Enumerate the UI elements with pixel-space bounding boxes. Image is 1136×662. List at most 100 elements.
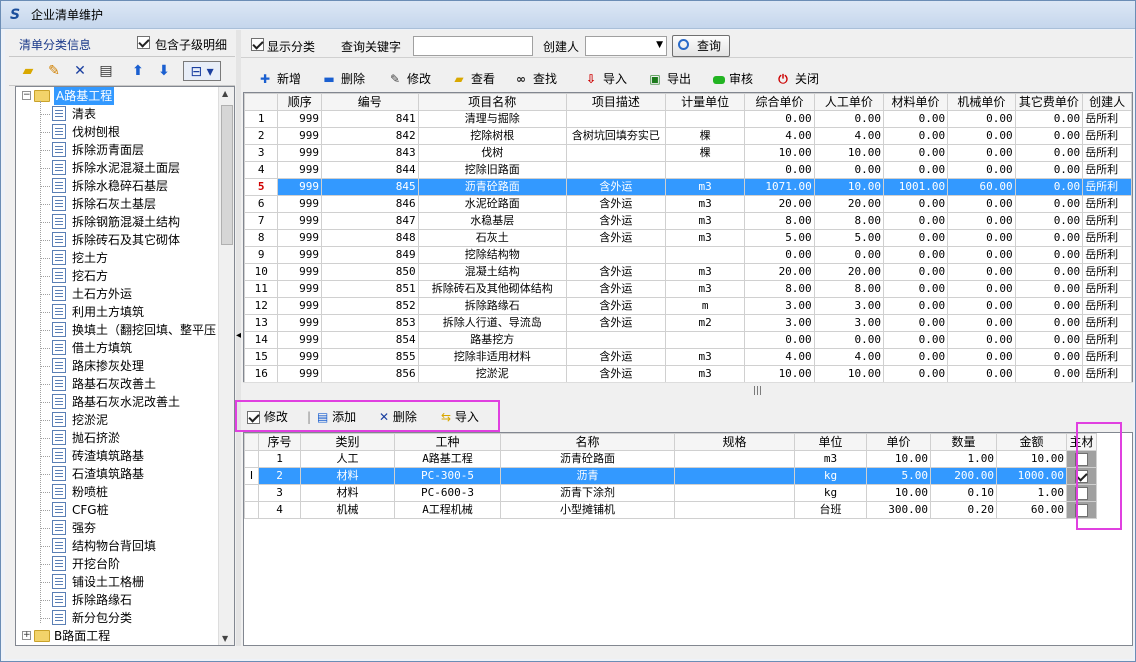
table-cell[interactable]: 0.00: [947, 348, 1016, 366]
table-cell[interactable]: 沥青砼路面: [417, 178, 567, 196]
table-cell[interactable]: 0.00: [947, 110, 1016, 128]
column-header[interactable]: 项目名称: [417, 93, 567, 111]
table-cell[interactable]: 10.00: [813, 365, 884, 383]
table-row[interactable]: 11 999 851 拆除砖石及其他砌体结构 含外运 m3 8.00 8.00 0.00 0.00…: [244, 280, 1132, 298]
table-row[interactable]: 9 999 849 挖除结构物 0.00 0.00 0.00 0.00 0.00 岳所利: [244, 246, 1132, 264]
table-cell[interactable]: 2: [258, 467, 301, 485]
tree-item[interactable]: 路基石灰改善土: [16, 375, 216, 393]
table-cell[interactable]: m3: [664, 280, 746, 298]
table-cell[interactable]: 0.00: [813, 110, 884, 128]
table-cell[interactable]: 10.00: [744, 144, 815, 162]
table-cell[interactable]: 999: [277, 127, 322, 145]
table-cell[interactable]: 0.00: [882, 263, 949, 281]
table-cell[interactable]: 0.00: [882, 144, 949, 162]
table-cell[interactable]: [565, 110, 666, 128]
tree-item[interactable]: 拆除钢筋混凝土结构: [16, 213, 216, 231]
table-cell[interactable]: 10.00: [813, 178, 884, 196]
table-cell[interactable]: 999: [277, 161, 322, 179]
tree-item[interactable]: 路基石灰水泥改善土: [16, 393, 216, 411]
table-cell[interactable]: 10.00: [813, 144, 884, 162]
table-cell[interactable]: m3: [664, 195, 746, 213]
add-button[interactable]: ✚ 新增: [257, 68, 301, 90]
table-cell[interactable]: 4: [244, 161, 279, 179]
table-cell[interactable]: 0.00: [882, 297, 949, 315]
table-cell[interactable]: 材料: [300, 484, 395, 502]
tree-item[interactable]: 开挖台阶: [16, 555, 216, 573]
table-cell[interactable]: 0.00: [813, 161, 884, 179]
table-cell[interactable]: m3: [664, 365, 746, 383]
table-cell[interactable]: 844: [320, 161, 419, 179]
column-header[interactable]: 编号: [320, 93, 419, 111]
table-row[interactable]: 10 999 850 混凝土结构 含外运 m3 20.00 20.00 0.00 0.00 0.00…: [244, 263, 1132, 281]
bill-items-grid[interactable]: 顺序 编号 项目名称 项目描述 计量单位 综合单价 人工单价 材料单价 机械单价 其它费单价 创建人…: [243, 92, 1133, 396]
table-cell[interactable]: 999: [277, 195, 322, 213]
tree-item[interactable]: 铺设土工格栅: [16, 573, 216, 591]
table-cell[interactable]: 5.00: [744, 229, 815, 247]
column-header[interactable]: 其它费单价: [1014, 93, 1084, 111]
table-row[interactable]: 1 999 841 清理与掘除 0.00 0.00 0.00 0.00 0.00 岳所利: [244, 110, 1132, 128]
tree-item[interactable]: 挖淤泥: [16, 411, 216, 429]
delete-button[interactable]: ▬ 删除: [321, 68, 365, 90]
table-cell[interactable]: 0.00: [882, 127, 949, 145]
table-cell[interactable]: 0.00: [1014, 229, 1084, 247]
table-cell[interactable]: 999: [277, 246, 322, 264]
table-cell[interactable]: 岳所利: [1082, 229, 1132, 247]
table-cell[interactable]: 含外运: [565, 348, 666, 366]
table-cell[interactable]: A路基工程: [394, 450, 501, 468]
table-cell[interactable]: 岳所利: [1082, 263, 1132, 281]
table-cell[interactable]: PC-600-3: [394, 484, 501, 502]
table-cell[interactable]: 岳所利: [1082, 348, 1132, 366]
move-down-icon[interactable]: ⬇: [153, 61, 175, 81]
table-cell[interactable]: 15: [244, 348, 279, 366]
table-cell[interactable]: 清理与掘除: [417, 110, 567, 128]
table-row[interactable]: 1 人工 A路基工程 沥青砼路面 m3 10.00 1.00 10.00: [244, 450, 1097, 468]
table-cell[interactable]: 岳所利: [1082, 195, 1132, 213]
table-cell[interactable]: [565, 246, 666, 264]
import-detail-button[interactable]: ⇆ 导入: [441, 408, 479, 426]
table-cell[interactable]: 0.00: [882, 161, 949, 179]
table-cell[interactable]: 1.00: [930, 450, 997, 468]
table-cell[interactable]: 水稳基层: [417, 212, 567, 230]
table-cell[interactable]: 3.00: [813, 297, 884, 315]
table-cell[interactable]: 843: [320, 144, 419, 162]
tree-item[interactable]: 粉喷桩: [16, 483, 216, 501]
column-header[interactable]: 单位: [794, 433, 867, 451]
table-cell[interactable]: 石灰土: [417, 229, 567, 247]
table-cell[interactable]: 0.00: [1014, 314, 1084, 332]
table-cell[interactable]: 8: [244, 229, 279, 247]
column-header[interactable]: 机械单价: [947, 93, 1016, 111]
delete-detail-button[interactable]: ✕ 删除: [379, 408, 417, 426]
export-button[interactable]: ▣ 导出: [647, 68, 691, 90]
delete-category-icon[interactable]: ✕: [69, 61, 91, 81]
resource-detail-grid[interactable]: 序号 类别 工种 名称 规格 单位 单价 数量 金额 主材 1 人工 A路基工程 沥青砼路面 m3 10.0…: [243, 432, 1133, 646]
table-cell[interactable]: 4.00: [813, 127, 884, 145]
table-cell[interactable]: 水泥砼路面: [417, 195, 567, 213]
table-cell[interactable]: 0.00: [1014, 331, 1084, 349]
table-cell[interactable]: [664, 161, 746, 179]
table-cell[interactable]: 0.00: [882, 212, 949, 230]
table-cell[interactable]: 4.00: [813, 348, 884, 366]
tree-category-node[interactable]: + B路面工程: [16, 627, 216, 645]
scrollbar-thumb[interactable]: [221, 105, 233, 245]
keyword-input[interactable]: [413, 36, 533, 56]
table-cell[interactable]: 0.00: [744, 110, 815, 128]
table-cell[interactable]: 0.00: [947, 144, 1016, 162]
tree-item[interactable]: 拆除水泥混凝土面层: [16, 159, 216, 177]
table-cell[interactable]: 机械: [300, 501, 395, 519]
table-cell[interactable]: 4.00: [744, 127, 815, 145]
table-cell[interactable]: 1: [258, 450, 301, 468]
table-cell[interactable]: 棵: [664, 127, 746, 145]
table-cell[interactable]: 20.00: [813, 263, 884, 281]
column-header[interactable]: 规格: [674, 433, 795, 451]
table-cell[interactable]: 0.00: [813, 246, 884, 264]
table-cell[interactable]: 含外运: [565, 297, 666, 315]
table-cell[interactable]: I: [244, 467, 259, 485]
table-cell[interactable]: 841: [320, 110, 419, 128]
import-button[interactable]: ⇩ 导入: [583, 68, 627, 90]
table-cell[interactable]: 3.00: [744, 297, 815, 315]
table-row[interactable]: 4 999 844 挖除旧路面 0.00 0.00 0.00 0.00 0.00 岳所利: [244, 161, 1132, 179]
collapse-icon[interactable]: −: [22, 91, 31, 100]
table-cell[interactable]: 岳所利: [1082, 178, 1132, 196]
table-cell[interactable]: 1.00: [996, 484, 1067, 502]
tree-item[interactable]: 石渣填筑路基: [16, 465, 216, 483]
